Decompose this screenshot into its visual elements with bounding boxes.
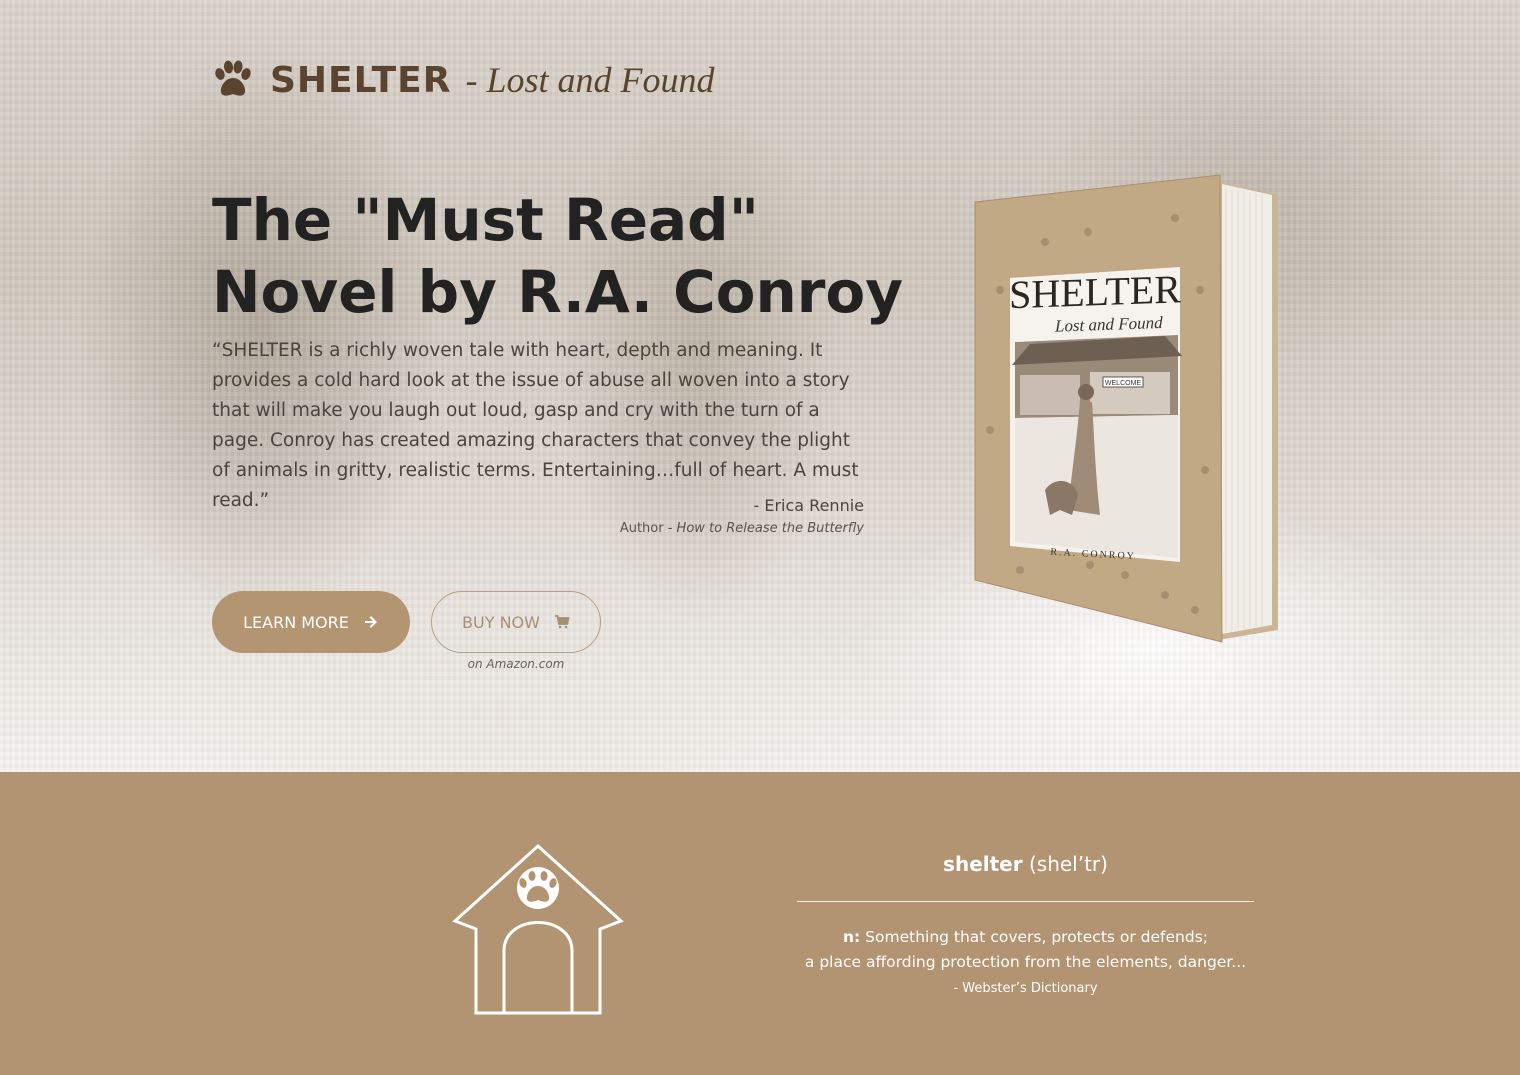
paw-icon [215, 60, 251, 96]
definition-word: shelter (shel’tr) [797, 852, 1254, 876]
headline-line-2: Novel by R.A. Conroy [212, 258, 904, 326]
part-of-speech: n: [842, 928, 861, 946]
definition-text-1: Something that covers, protects or defen… [865, 928, 1209, 946]
logo-title: SHELTER [270, 59, 452, 101]
definition-section [0, 772, 1520, 1075]
definition-line-1: n: Something that covers, protects or de… [760, 928, 1291, 946]
buy-now-label: BUY NOW [462, 612, 540, 632]
cover-title: SHELTER [1009, 266, 1181, 317]
quote-source-title: How to Release the Butterfly [676, 521, 864, 536]
pronunciation: (shel’tr) [1028, 852, 1108, 876]
cover-subtitle: Lost and Found [1054, 313, 1163, 336]
site-logo[interactable]: SHELTER - Lost and Found [212, 55, 715, 105]
cover-sign: WELCOME [1105, 380, 1142, 387]
review-quote: “SHELTER is a richly woven tale with hea… [212, 340, 859, 511]
quote-source: Author - How to Release the Butterfly [620, 521, 864, 536]
hero-section: SHELTER - Lost and Found The "Must Read"… [0, 0, 1520, 772]
page-headline: The "Must Read" Novel by R.A. Conroy [212, 184, 912, 328]
logo-subtitle: - Lost and Found [465, 60, 715, 100]
doghouse-icon [452, 843, 624, 1015]
buy-note: on Amazon.com [467, 657, 565, 671]
definition-divider [797, 901, 1254, 902]
learn-more-button[interactable]: LEARN MORE [212, 591, 410, 653]
word: shelter [943, 852, 1023, 876]
learn-more-label: LEARN MORE [243, 612, 349, 632]
quote-author: - Erica Rennie [753, 496, 865, 515]
arrow-right-icon [363, 614, 379, 630]
definition-line-2: a place affording protection from the el… [804, 953, 1247, 971]
book-cover-image[interactable]: SHELTER Lost and Found WELCOME R.A. CONR… [960, 170, 1290, 650]
cart-icon [554, 615, 570, 629]
quote-source-prefix: Author - [619, 521, 677, 536]
definition-citation: - Webster’s Dictionary [953, 981, 1098, 996]
headline-line-1: The "Must Read" [212, 186, 759, 254]
buy-now-button[interactable]: BUY NOW [431, 591, 601, 653]
